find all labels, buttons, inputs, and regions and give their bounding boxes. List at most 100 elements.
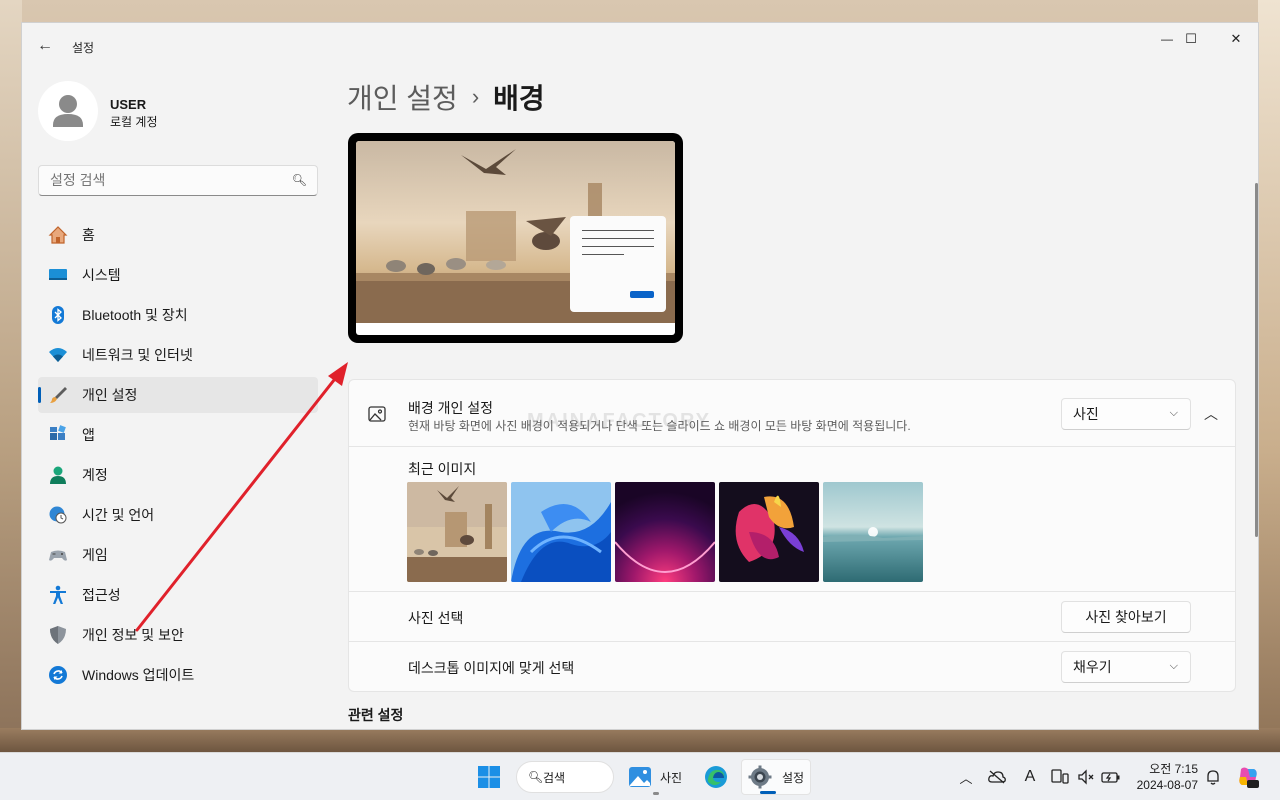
sidebar-item-time-language[interactable]: 시간 및 언어 bbox=[38, 497, 318, 533]
sidebar-item-gaming[interactable]: 게임 bbox=[38, 537, 318, 573]
blue-bloom-thumb bbox=[511, 482, 611, 582]
breadcrumb: 개인 설정 › 배경 bbox=[347, 77, 545, 117]
devices-icon[interactable] bbox=[1050, 767, 1070, 787]
back-button[interactable]: ← bbox=[32, 33, 58, 59]
cloud-offline-icon[interactable] bbox=[987, 767, 1007, 787]
background-settings-title: 배경 개인 설정 bbox=[408, 400, 494, 416]
sidebar-item-system[interactable]: 시스템 bbox=[38, 257, 318, 293]
sidebar-item-label: Bluetooth 및 장치 bbox=[82, 307, 188, 323]
taskbar-photos[interactable]: 사진 bbox=[622, 759, 690, 795]
browse-photos-button[interactable]: 사진 찾아보기 bbox=[1061, 601, 1191, 633]
taskbar-settings[interactable]: 설정 bbox=[741, 759, 811, 795]
close-icon: ✕ bbox=[1230, 31, 1242, 46]
fit-row: 데스크톱 이미지에 맞게 선택 채우기 ⌵ bbox=[348, 642, 1236, 692]
taskbar-settings-label: 설정 bbox=[782, 770, 805, 785]
sidebar-item-network[interactable]: 네트워크 및 인터넷 bbox=[38, 337, 318, 373]
sidebar-item-personalization[interactable]: 개인 설정 bbox=[38, 377, 318, 413]
user-name: USER bbox=[110, 97, 147, 112]
sidebar-item-privacy[interactable]: 개인 정보 및 보안 bbox=[38, 617, 318, 653]
chevron-down-icon: ⌵ bbox=[1169, 660, 1178, 672]
apps-icon bbox=[48, 425, 68, 445]
sidebar-item-label: 개인 정보 및 보안 bbox=[82, 627, 184, 643]
sidebar-item-label: 시간 및 언어 bbox=[82, 507, 155, 523]
wifi-icon bbox=[48, 345, 68, 365]
fit-dropdown[interactable]: 채우기 ⌵ bbox=[1061, 651, 1191, 683]
user-account-type: 로컬 계정 bbox=[110, 115, 158, 129]
maximize-button[interactable]: ☐ bbox=[1168, 23, 1214, 55]
background-settings-card[interactable]: 배경 개인 설정 현재 바탕 화면에 사진 배경이 적용되거나 단색 또는 슬라… bbox=[348, 379, 1236, 447]
sidebar-item-label: Windows 업데이트 bbox=[82, 667, 195, 683]
user-icon bbox=[38, 95, 98, 141]
sidebar-item-label: 홈 bbox=[82, 227, 95, 243]
taskbar-edge[interactable] bbox=[698, 759, 734, 795]
maximize-icon: ☐ bbox=[1185, 31, 1197, 46]
taskbar-search[interactable]: 🔍︎ 검색 bbox=[516, 761, 614, 793]
recent-image-thumb[interactable] bbox=[511, 482, 611, 582]
choose-photo-row: 사진 선택 사진 찾아보기 bbox=[348, 592, 1236, 642]
sidebar-item-label: 시스템 bbox=[82, 267, 121, 283]
bluetooth-icon bbox=[48, 305, 68, 325]
system-clock[interactable]: 오전 7:15 2024-08-07 bbox=[1130, 761, 1198, 793]
recent-image-thumb[interactable] bbox=[615, 482, 715, 582]
sidebar-item-label: 네트워크 및 인터넷 bbox=[82, 347, 193, 363]
scrollbar[interactable] bbox=[1255, 183, 1258, 537]
color-ribbon-thumb bbox=[719, 482, 819, 582]
choose-photo-label: 사진 선택 bbox=[408, 610, 464, 626]
time-language-icon bbox=[48, 505, 68, 525]
sidebar-item-label: 게임 bbox=[82, 547, 108, 563]
recent-images-section: 최근 이미지 bbox=[348, 447, 1236, 592]
sidebar-item-label: 개인 설정 bbox=[82, 387, 138, 403]
system-icon bbox=[48, 265, 68, 285]
gear-icon bbox=[748, 765, 772, 789]
purple-glow-thumb bbox=[615, 482, 715, 582]
notification-bell-icon[interactable] bbox=[1203, 767, 1223, 787]
chevron-up-icon: ︿ bbox=[1204, 406, 1218, 422]
desktop-wallpaper-right bbox=[1258, 0, 1280, 752]
start-button[interactable] bbox=[470, 759, 508, 795]
settings-window: ← 설정 — ☐ ✕ USER 로컬 계정 🔍︎ bbox=[21, 22, 1259, 730]
chevron-down-icon: ⌵ bbox=[1169, 407, 1178, 419]
breadcrumb-parent[interactable]: 개인 설정 bbox=[347, 77, 458, 117]
settings-search[interactable]: 🔍︎ bbox=[38, 165, 318, 196]
taskbar-search-label: 검색 bbox=[543, 770, 566, 785]
sidebar-item-apps[interactable]: 앱 bbox=[38, 417, 318, 453]
main-content: 개인 설정 › 배경 배경 개인 설정 현재 바탕 화면에 사진 배경이 적용되… bbox=[332, 63, 1258, 729]
photos-app-icon bbox=[629, 767, 651, 787]
chevron-up-icon[interactable]: ︿ bbox=[956, 767, 976, 787]
related-settings-heading: 관련 설정 bbox=[348, 707, 404, 723]
sidebar-item-label: 계정 bbox=[82, 467, 108, 483]
close-button[interactable]: ✕ bbox=[1213, 23, 1258, 55]
taskbar-photos-label: 사진 bbox=[660, 770, 683, 785]
sidebar-item-bluetooth[interactable]: Bluetooth 및 장치 bbox=[38, 297, 318, 333]
image-icon bbox=[367, 404, 387, 424]
nav-list: 홈 시스템 Bluetooth 및 장치 네트워크 및 인터넷 개인 설정 앱 … bbox=[38, 217, 318, 697]
sidebar-item-label: 접근성 bbox=[82, 587, 121, 603]
recent-image-thumb[interactable] bbox=[719, 482, 819, 582]
sidebar-item-accounts[interactable]: 계정 bbox=[38, 457, 318, 493]
recent-image-thumb[interactable] bbox=[823, 482, 923, 582]
edge-browser-icon bbox=[705, 766, 727, 788]
sidebar-item-windows-update[interactable]: Windows 업데이트 bbox=[38, 657, 318, 693]
ime-icon[interactable]: A bbox=[1020, 767, 1040, 787]
search-icon[interactable]: 🔍︎ bbox=[292, 173, 307, 187]
search-icon: 🔍︎ bbox=[528, 770, 544, 784]
battery-icon[interactable] bbox=[1101, 767, 1121, 787]
search-input[interactable] bbox=[39, 166, 279, 194]
watermark: MAINAFACTORY bbox=[527, 410, 711, 432]
birds-london-thumb bbox=[407, 482, 507, 582]
speaker-muted-icon[interactable] bbox=[1076, 767, 1096, 787]
clock-date: 2024-08-07 bbox=[1136, 778, 1198, 792]
copilot-icon[interactable] bbox=[1236, 767, 1260, 788]
avatar[interactable] bbox=[38, 81, 98, 141]
account-icon bbox=[48, 465, 68, 485]
desktop-wallpaper-left bbox=[0, 0, 22, 752]
sidebar-item-home[interactable]: 홈 bbox=[38, 217, 318, 253]
desktop-preview bbox=[348, 133, 683, 343]
background-type-dropdown[interactable]: 사진 ⌵ bbox=[1061, 398, 1191, 430]
home-icon bbox=[48, 225, 68, 245]
background-type-value: 사진 bbox=[1073, 406, 1099, 422]
shield-icon bbox=[48, 625, 68, 645]
collapse-button[interactable]: ︿ bbox=[1201, 404, 1221, 424]
sidebar-item-accessibility[interactable]: 접근성 bbox=[38, 577, 318, 613]
recent-image-thumb[interactable] bbox=[407, 482, 507, 582]
